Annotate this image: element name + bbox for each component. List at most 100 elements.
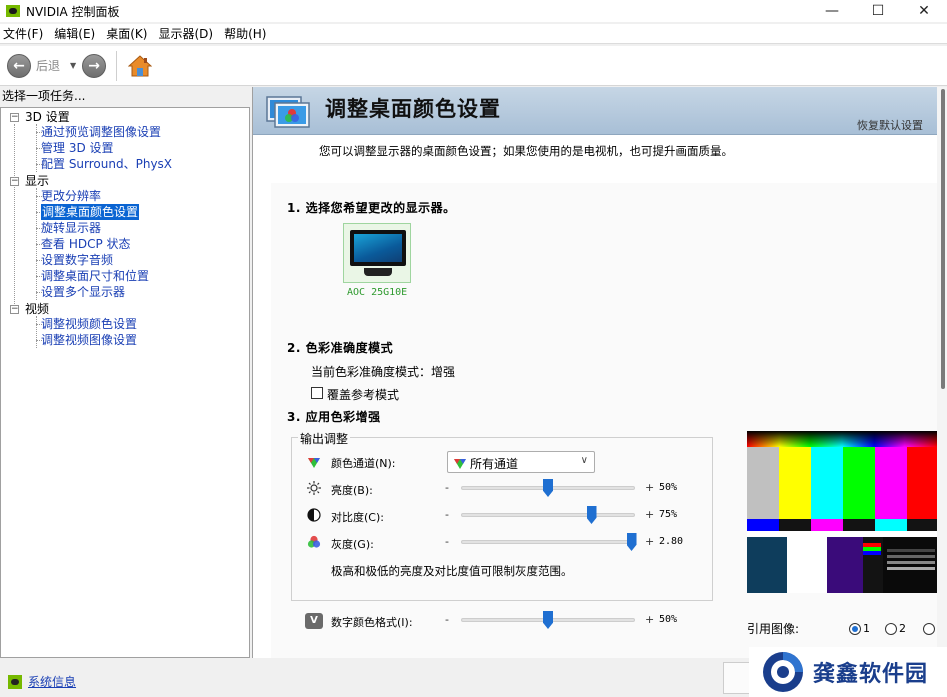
contrast-slider[interactable] (461, 513, 635, 517)
digital-vibrance-label: 数字颜色格式(I): (331, 616, 413, 629)
contrast-minus: - (445, 508, 449, 521)
menu-desktop[interactable]: 桌面(K) (102, 25, 154, 42)
forward-arrow-icon[interactable]: → (82, 53, 107, 78)
brightness-minus: - (445, 481, 449, 494)
title-bar: NVIDIA 控制面板 — ☐ ✕ (0, 0, 947, 22)
nvidia-info-icon (8, 674, 22, 689)
chevron-down-icon: ∨ (580, 455, 588, 466)
page-banner: 调整桌面颜色设置 恢复默认设置 (253, 87, 937, 135)
menu-file[interactable]: 文件(F) (0, 25, 50, 42)
tree-item-video-image[interactable]: 调整视频图像设置 (41, 332, 137, 348)
tree-item-multiple-displays[interactable]: 设置多个显示器 (41, 284, 125, 300)
tree-item-hdcp-status[interactable]: 查看 HDCP 状态 (41, 236, 131, 252)
settings-panel: 1. 选择您希望更改的显示器。 AOC 25G10E 2. 色彩准确度模式 当前… (271, 183, 937, 658)
digital-vibrance-value: 50% (659, 614, 678, 625)
digital-vibrance-icon: V (305, 613, 323, 629)
ref-image-radio-1[interactable] (849, 623, 861, 635)
tree-item-desktop-color[interactable]: 调整桌面颜色设置 (41, 204, 140, 220)
back-button-label[interactable]: 后退 (36, 57, 60, 74)
page-intro: 您可以调整显示器的桌面颜色设置；如果您使用的是电视机，也可提升画面质量。 (319, 144, 733, 158)
collapse-toggle-icon[interactable]: − (10, 113, 19, 122)
home-icon[interactable] (127, 53, 153, 79)
system-info: 系统信息 (8, 673, 76, 690)
tree-group-display[interactable]: 显示 (25, 173, 49, 189)
gamma-plus: + (645, 535, 655, 548)
tree-item-video-color[interactable]: 调整视频颜色设置 (41, 316, 137, 332)
color-channel-label: 颜色通道(N): (331, 457, 396, 470)
all-channels-icon (454, 459, 466, 469)
tree-item-digital-audio[interactable]: 设置数字音频 (41, 252, 113, 268)
history-dropdown-icon[interactable]: ▼ (70, 61, 76, 70)
override-ref-checkbox[interactable] (311, 387, 323, 399)
color-channel-icon (308, 458, 320, 468)
gamma-value: 2.80 (659, 536, 684, 547)
task-header: 选择一项任务... (2, 89, 86, 103)
section-select-display: 1. 选择您希望更改的显示器。 (287, 201, 456, 215)
monitor-tile[interactable] (343, 223, 411, 283)
digital-vibrance-plus: + (645, 613, 655, 626)
tree-group-video[interactable]: 视频 (25, 301, 49, 317)
tree-item-desktop-size[interactable]: 调整桌面尺寸和位置 (41, 268, 149, 284)
tree-item-rotate-display[interactable]: 旋转显示器 (41, 220, 101, 236)
toolbar-divider (116, 50, 118, 81)
brightness-icon (307, 481, 321, 495)
ref-image-radio-2-label[interactable]: 2 (899, 622, 906, 635)
output-adjust-label: 输出调整 (298, 430, 351, 447)
section-color-enhance: 3. 应用色彩增强 (287, 410, 381, 424)
gamma-icon (307, 535, 321, 548)
menu-bar: 文件(F) 编辑(E) 桌面(K) 显示器(D) 帮助(H) (0, 24, 947, 44)
window-title: NVIDIA 控制面板 (26, 4, 120, 19)
monitor-stand (364, 268, 392, 276)
watermark-text: 龚鑫软件园 (813, 662, 929, 687)
contrast-icon (307, 508, 321, 522)
content-scrollbar[interactable] (937, 87, 947, 658)
scrollbar-thumb[interactable] (941, 89, 945, 389)
tree-item-preview-image[interactable]: 通过预览调整图像设置 (41, 124, 161, 140)
restore-defaults-link[interactable]: 恢复默认设置 (857, 117, 923, 133)
gamma-label: 灰度(G): (331, 538, 374, 551)
accuracy-mode-text: 当前色彩准确度模式：增强 (311, 365, 456, 379)
watermark: 龚鑫软件园 (749, 647, 947, 697)
nvidia-logo-icon (6, 5, 20, 17)
digital-vibrance-slider-thumb[interactable] (543, 611, 553, 629)
section-color-accuracy: 2. 色彩准确度模式 (287, 341, 394, 355)
menu-display[interactable]: 显示器(D) (154, 25, 220, 42)
toolbar: ← 后退 ▼ → (0, 46, 947, 86)
color-channel-select[interactable]: 所有通道 ∨ (447, 451, 595, 473)
collapse-toggle-icon[interactable]: − (10, 305, 19, 314)
maximize-button[interactable]: ☐ (855, 0, 901, 22)
color-channel-value: 所有通道 (470, 457, 519, 471)
tree-item-surround-physx[interactable]: 配置 Surround、PhysX (41, 156, 172, 172)
watermark-logo-icon (763, 652, 803, 692)
contrast-value: 75% (659, 509, 678, 520)
tree-guide-line (36, 316, 37, 348)
contrast-label: 对比度(C): (331, 511, 384, 524)
gamma-minus: - (445, 535, 449, 548)
digital-vibrance-minus: - (445, 613, 449, 626)
system-info-link[interactable]: 系统信息 (28, 673, 76, 690)
menu-edit[interactable]: 编辑(E) (50, 25, 102, 42)
content-pane: 调整桌面颜色设置 恢复默认设置 您可以调整显示器的桌面颜色设置；如果您使用的是电… (252, 87, 947, 658)
gamma-slider[interactable] (461, 540, 635, 544)
back-arrow-icon[interactable]: ← (7, 53, 31, 78)
monitor-name[interactable]: AOC 25G10E (347, 287, 407, 298)
tree-item-manage-3d[interactable]: 管理 3D 设置 (41, 140, 114, 156)
task-tree: − 3D 设置 通过预览调整图像设置 管理 3D 设置 配置 Surround、… (0, 107, 250, 658)
close-button[interactable]: ✕ (901, 0, 947, 22)
ref-image-radio-1-label[interactable]: 1 (863, 622, 870, 635)
tree-guide-line (14, 124, 15, 314)
tree-group-3d[interactable]: 3D 设置 (25, 109, 70, 125)
tree-item-change-resolution[interactable]: 更改分辨率 (41, 188, 101, 204)
collapse-toggle-icon[interactable]: − (10, 177, 19, 186)
ref-image-radio-2[interactable] (885, 623, 897, 635)
reference-image-label: 引用图像: (747, 622, 800, 636)
range-note: 极高和极低的亮度及对比度值可限制灰度范围。 (331, 564, 573, 578)
brightness-plus: + (645, 481, 655, 494)
page-title: 调整桌面颜色设置 (325, 97, 501, 121)
brightness-label: 亮度(B): (331, 484, 373, 497)
monitor-icon (350, 230, 406, 266)
menu-help[interactable]: 帮助(H) (220, 25, 273, 42)
ref-image-radio-3[interactable] (923, 623, 935, 635)
override-ref-label[interactable]: 覆盖参考模式 (327, 386, 399, 403)
minimize-button[interactable]: — (809, 0, 855, 22)
